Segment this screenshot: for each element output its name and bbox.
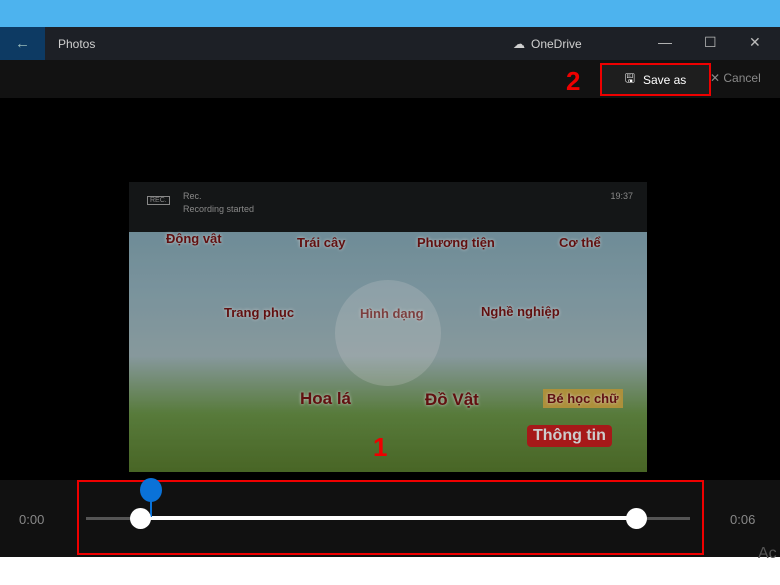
save-as-button[interactable]: 🖫Save as [600,63,711,96]
video-label: Cơ thể [559,235,601,250]
save-edit-icon: 🖫 [625,69,635,90]
maximize-button[interactable]: ☐ [704,34,717,51]
video-label: Hoa lá [300,389,351,409]
start-time: 0:00 [19,512,44,527]
video-label: Nghề nghiệp [481,304,560,319]
cancel-button[interactable]: ✕ Cancel [710,71,761,85]
video-label: Trái cây [297,235,345,250]
onedrive-status[interactable]: ☁OneDrive [513,37,582,51]
video-preview[interactable]: REC. Rec. Recording started 19:37 Động v… [129,182,647,472]
desktop-top-strip [0,0,780,27]
play-icon[interactable] [335,280,441,386]
arrow-left-icon: ← [15,35,30,52]
annotation-2: 2 [566,66,580,97]
annotation-1: 1 [373,432,387,463]
activation-watermark: Ac [758,545,777,563]
video-label: Phương tiện [417,235,495,250]
close-button[interactable]: ✕ [749,34,761,51]
cloud-off-icon: ☁ [513,37,525,51]
back-button[interactable]: ← [0,27,45,60]
end-time: 0:06 [730,512,755,527]
trim-selection [140,516,635,520]
title-bar: ← Photos ☁OneDrive — ☐ ✕ [0,27,780,60]
app-title: Photos [58,37,95,51]
rec-camera-icon: REC. [147,196,170,205]
close-icon: ✕ [710,71,723,85]
video-label: Đồ Vật [425,390,479,410]
minimize-button[interactable]: — [658,34,672,50]
video-label: Thông tin [527,425,612,447]
video-label: Động vật [166,231,222,246]
video-label: Trang phục [224,305,294,320]
trim-end-handle[interactable] [626,508,647,529]
recording-notification: REC. Rec. Recording started 19:37 [129,182,647,232]
video-label: Bé học chữ [543,389,623,408]
